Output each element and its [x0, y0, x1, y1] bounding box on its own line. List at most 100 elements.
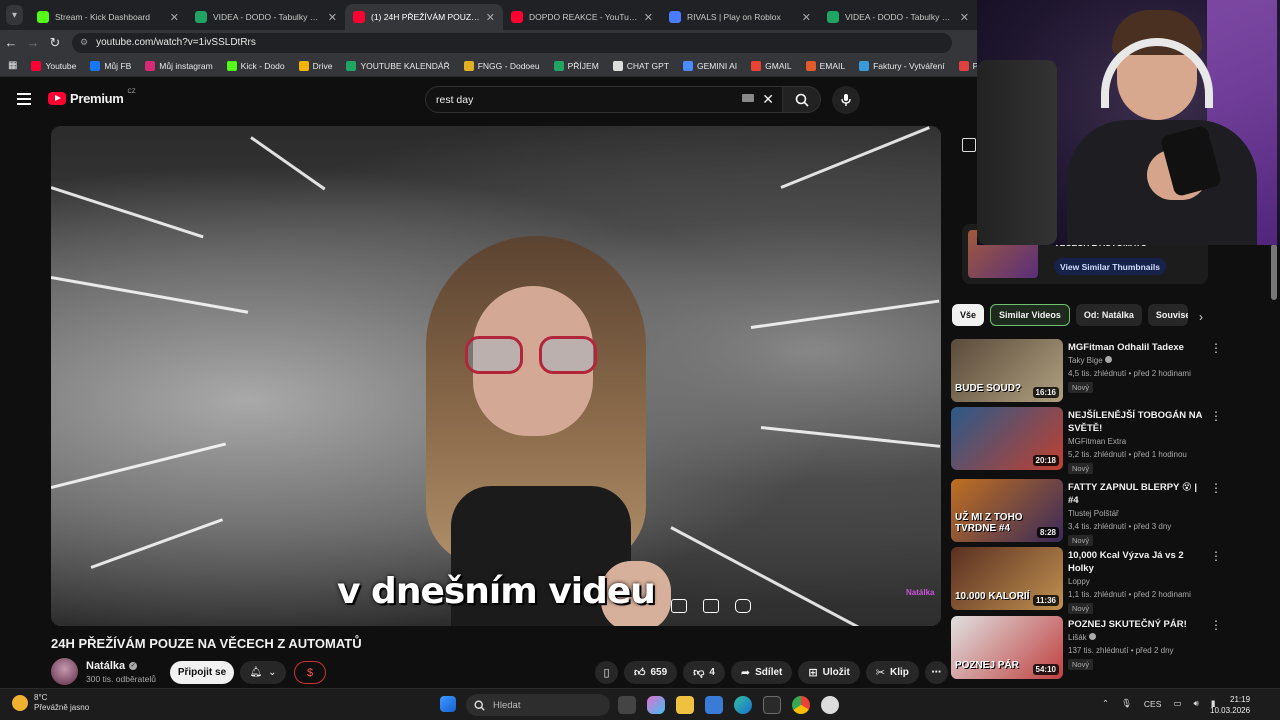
- back-button[interactable]: ←: [0, 35, 22, 50]
- recommended-video[interactable]: POZNEJ PÁR 54:10 POZNEJ SKUTEČNÝ PÁR! Lišák…: [951, 616, 1222, 680]
- bookmark-item[interactable]: PŘÍJEM: [553, 60, 599, 71]
- bookmark-item[interactable]: Kick - Dodo: [226, 60, 285, 71]
- clip-button[interactable]: ✂ Klip: [865, 661, 919, 684]
- save-button[interactable]: ⊞ Uložit: [798, 661, 860, 684]
- close-icon[interactable]: ✕: [960, 11, 969, 24]
- more-actions-button[interactable]: ⋯: [924, 661, 948, 684]
- notifications-button[interactable]: 🔔︎ ⌄: [240, 661, 286, 684]
- close-icon[interactable]: ✕: [486, 11, 495, 24]
- bookmark-item[interactable]: GMAIL: [751, 60, 792, 71]
- share-button[interactable]: ➦ Sdílet: [730, 661, 793, 684]
- address-bar[interactable]: ⚙ youtube.com/watch?v=1ivSSLDtRrs: [72, 32, 952, 53]
- clock[interactable]: 21:19 10.03.2026: [1210, 694, 1250, 716]
- keyboard-icon[interactable]: [742, 94, 754, 102]
- apps-icon[interactable]: ▦: [8, 60, 17, 71]
- search-input[interactable]: rest day ✕: [425, 86, 783, 113]
- bookmark-item[interactable]: Můj FB: [90, 60, 131, 71]
- bookmark-item[interactable]: CHAT GPT: [612, 60, 669, 71]
- browser-tab[interactable]: VIDEA - DODO - Tabulky Googl ✕: [187, 4, 345, 30]
- bookmark-item[interactable]: Můj instagram: [145, 60, 213, 71]
- close-icon[interactable]: ✕: [644, 11, 653, 24]
- browser-toolbar: ← → ↻ ⚙ youtube.com/watch?v=1ivSSLDtRrs: [0, 30, 977, 55]
- recommended-video[interactable]: UŽ MI Z TOHO TVRDNE #4 8:28 FATTY ZAPNUL B…: [951, 479, 1222, 546]
- youtube-logo[interactable]: Premium CZ: [48, 89, 136, 106]
- search-button[interactable]: [783, 86, 821, 113]
- more-options-icon[interactable]: ⋮: [1210, 409, 1222, 423]
- bookmark-item[interactable]: Drive: [298, 60, 332, 71]
- bookmark-item[interactable]: EMAIL: [805, 60, 845, 71]
- video-thumbnail[interactable]: UŽ MI Z TOHO TVRDNE #4 8:28: [951, 479, 1063, 542]
- more-options-icon[interactable]: ⋮: [1210, 341, 1222, 355]
- browser-tab[interactable]: RIVALS | Play on Roblox ✕: [661, 4, 819, 30]
- image-icon[interactable]: [671, 599, 687, 613]
- chip-related[interactable]: Souvise: [1147, 304, 1188, 326]
- close-icon[interactable]: ✕: [328, 11, 337, 24]
- browser-tab[interactable]: DOPDO REAKCE - YouTube ✕: [503, 4, 661, 30]
- tray-chevron-icon[interactable]: ⌃: [1102, 698, 1109, 709]
- video-thumbnail[interactable]: 10.000 KALORIÍ 11:36: [951, 547, 1063, 610]
- view-similar-thumbnails-button[interactable]: View Similar Thumbnails: [1054, 258, 1166, 275]
- bookmark-item[interactable]: FNGG - Dodoeu: [463, 60, 540, 71]
- channel-avatar[interactable]: [51, 658, 78, 685]
- chevron-right-icon[interactable]: ›: [1199, 310, 1203, 324]
- language-indicator[interactable]: CES: [1144, 699, 1161, 709]
- like-button[interactable]: 👍︎ 659: [624, 661, 678, 684]
- reload-button[interactable]: ↻: [44, 35, 66, 51]
- dislike-button[interactable]: 👎︎ 4: [683, 661, 725, 684]
- more-options-icon[interactable]: ⋮: [1210, 549, 1222, 563]
- more-options-icon[interactable]: ⋮: [1210, 618, 1222, 632]
- menu-icon[interactable]: [17, 93, 31, 108]
- microphone-tray-icon[interactable]: 🎙︎: [1121, 698, 1132, 709]
- voice-search-button[interactable]: [832, 86, 860, 114]
- network-icon[interactable]: ▭: [1173, 698, 1181, 709]
- browser-tab-strip: ▾ Stream - Kick Dashboard ✕ VIDEA - DODO -…: [0, 0, 977, 30]
- close-icon[interactable]: ✕: [170, 11, 179, 24]
- bookmark-item[interactable]: YOUTUBE KALENDÁŘ: [346, 60, 450, 71]
- task-view-icon[interactable]: [618, 696, 636, 714]
- browser-tab[interactable]: Stream - Kick Dashboard ✕: [29, 4, 187, 30]
- bookmark-item[interactable]: Faktury - Vytváření: [859, 60, 945, 71]
- file-explorer-icon[interactable]: [676, 696, 694, 714]
- sidebar-scrollbar[interactable]: [1271, 244, 1277, 300]
- video-thumbnail[interactable]: POZNEJ PÁR 54:10: [951, 616, 1063, 679]
- taskbar-search[interactable]: Hledat: [466, 694, 610, 716]
- more-options-icon[interactable]: ⋮: [1210, 481, 1222, 495]
- clear-search-icon[interactable]: ✕: [762, 91, 774, 108]
- store-icon[interactable]: [705, 696, 723, 714]
- close-icon[interactable]: ✕: [802, 11, 811, 24]
- join-button[interactable]: Připojit se: [170, 661, 234, 684]
- app-icon[interactable]: [821, 696, 839, 714]
- tab-search-button[interactable]: ▾: [6, 5, 23, 25]
- video-player[interactable]: v dnešním videu Natálka: [51, 126, 941, 626]
- forward-button[interactable]: →: [22, 35, 44, 50]
- browser-tab[interactable]: (1) 24H PŘEŽÍVÁM POUZE NA V ✕: [345, 4, 503, 30]
- copilot-icon[interactable]: [647, 696, 665, 714]
- recommended-video[interactable]: 10.000 KALORIÍ 11:36 10,000 Kcal Výzva Já …: [951, 547, 1222, 614]
- recommended-video[interactable]: BUDE SOUD? 16:16 MGFitman Odhalil Tadexe Ta…: [951, 339, 1222, 403]
- video-thumbnail[interactable]: 20:18: [951, 407, 1063, 470]
- bookmark-item[interactable]: PNG to PDF: [958, 60, 977, 71]
- weather-widget[interactable]: 8°C Převážně jasno: [12, 693, 89, 713]
- edge-icon[interactable]: [734, 696, 752, 714]
- channel-name[interactable]: Natálka: [86, 660, 125, 672]
- bookmark-favicon-icon: [298, 60, 309, 71]
- bookmark-item[interactable]: Youtube: [31, 60, 76, 71]
- chip-from-channel[interactable]: Od: Natálka: [1075, 304, 1142, 326]
- start-icon[interactable]: [440, 696, 456, 712]
- browser-tab[interactable]: VIDEA - DODO - Tabulky Googl ✕: [819, 4, 977, 30]
- extension-icon[interactable]: [962, 138, 976, 152]
- volume-icon[interactable]: 🔊︎: [1193, 698, 1198, 709]
- bookmark-button[interactable]: ▯: [595, 661, 618, 684]
- chrome-icon[interactable]: [792, 696, 810, 714]
- terminal-icon[interactable]: [763, 696, 781, 714]
- chip-similar-videos[interactable]: Similar Videos: [990, 304, 1070, 326]
- chip-all[interactable]: Vše: [952, 304, 985, 326]
- site-info-icon[interactable]: ⚙: [80, 37, 88, 48]
- thanks-button[interactable]: $: [294, 661, 326, 684]
- camera-icon[interactable]: [735, 599, 751, 613]
- transcript-icon[interactable]: [703, 599, 719, 613]
- video-thumbnail[interactable]: BUDE SOUD? 16:16: [951, 339, 1063, 402]
- recommended-video[interactable]: 20:18 NEJŠÍLENĚJŠÍ TOBOGÁN NA SVĚTĚ! MGFit…: [951, 407, 1222, 474]
- bookmark-item[interactable]: GEMINI AI: [682, 60, 737, 71]
- video-channel: Loppy: [1068, 577, 1090, 586]
